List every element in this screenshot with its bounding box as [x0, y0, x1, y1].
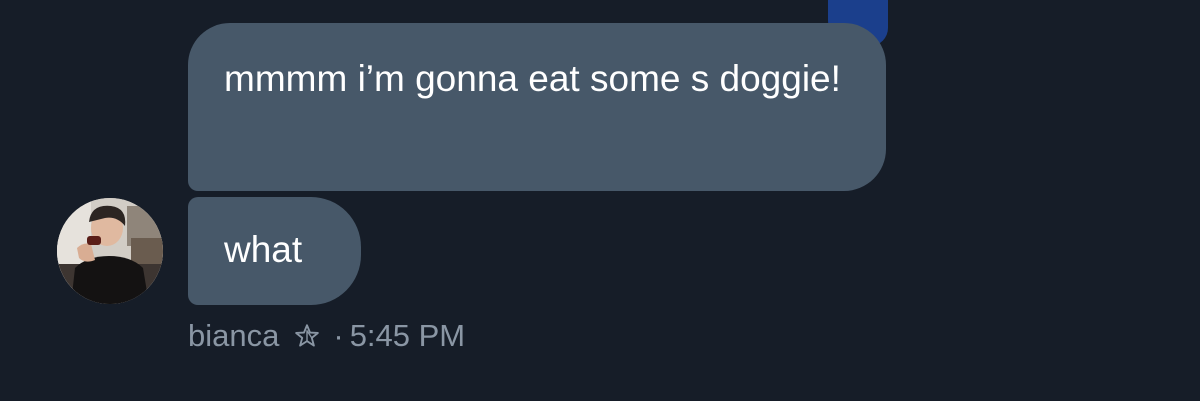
message-text: what: [224, 229, 303, 270]
meta-separator: ·: [333, 318, 344, 353]
message-text: mmmm i’m gonna eat some s doggie!: [224, 58, 841, 99]
avatar-photo: [57, 198, 163, 304]
avatar[interactable]: [57, 198, 163, 304]
sender-name[interactable]: bianca: [188, 318, 279, 354]
message-meta: bianca · 5:45 PM: [188, 316, 465, 356]
message-bubble[interactable]: mmmm i’m gonna eat some s doggie!: [188, 23, 886, 191]
message-bubble[interactable]: what: [188, 197, 361, 305]
message-timestamp: 5:45 PM: [349, 318, 466, 353]
star-outline-icon: [293, 322, 321, 350]
